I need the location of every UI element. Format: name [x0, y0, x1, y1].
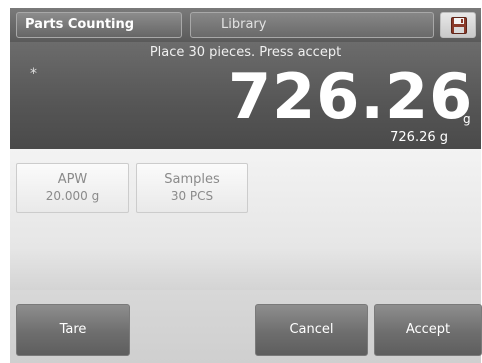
- tab-parts-counting[interactable]: Parts Counting: [16, 12, 182, 38]
- stability-indicator: *: [30, 66, 37, 82]
- accept-button[interactable]: Accept: [374, 304, 482, 356]
- floppy-disk-icon: [451, 17, 467, 34]
- cancel-button[interactable]: Cancel: [255, 304, 368, 356]
- main-weight-value: 726.26: [228, 60, 474, 133]
- save-button[interactable]: [440, 12, 476, 38]
- apw-label: APW: [57, 172, 88, 187]
- tare-button[interactable]: Tare: [16, 304, 130, 356]
- samples-button[interactable]: Samples 30 PCS: [136, 163, 248, 213]
- samples-value: 30 PCS: [170, 189, 214, 203]
- secondary-weight-readout: 726.26 g: [390, 130, 448, 145]
- samples-label: Samples: [164, 172, 220, 187]
- apw-value: 20.000 g: [45, 189, 100, 203]
- parts-counting-screen: Parts Counting Library Place 30 pieces. …: [0, 0, 482, 363]
- main-weight-unit: g: [463, 112, 471, 126]
- tab-library[interactable]: Library: [190, 12, 434, 38]
- apw-button[interactable]: APW 20.000 g: [16, 163, 129, 213]
